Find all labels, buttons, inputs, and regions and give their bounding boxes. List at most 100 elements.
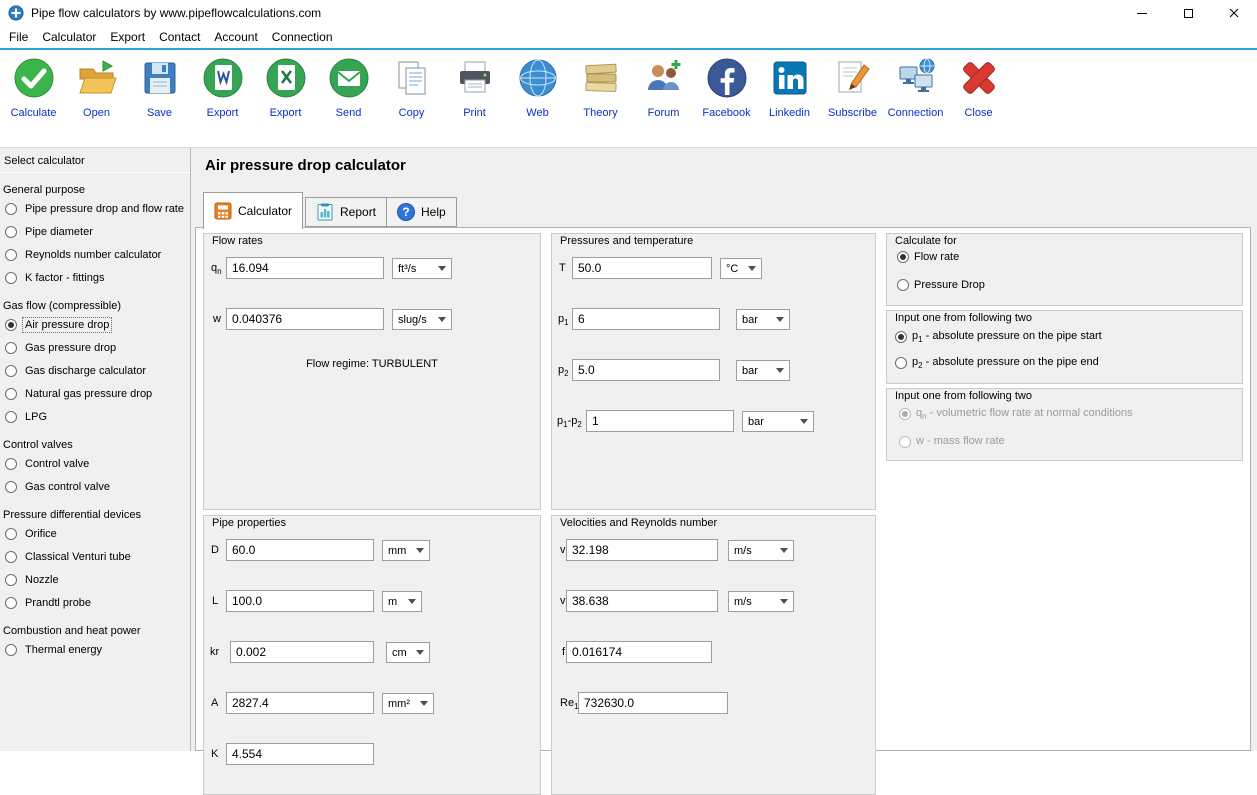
toolbar-copy[interactable]: Copy	[380, 54, 443, 147]
open-folder-icon	[74, 54, 120, 102]
radio-pressure-drop[interactable]: Pressure Drop	[897, 279, 985, 291]
sidebar-item-nozzle[interactable]: Nozzle	[0, 568, 190, 591]
radio-p2-input[interactable]: p2 - absolute pressure on the pipe end	[895, 356, 1099, 370]
toolbar-open[interactable]: Open	[65, 54, 128, 147]
sidebar-title: Select calculator	[0, 148, 190, 172]
minimize-button[interactable]	[1119, 0, 1165, 26]
group-label-gas-flow: Gas flow (compressible)	[0, 289, 190, 313]
kr-unit-select[interactable]: cm	[386, 642, 430, 663]
p2-unit-select[interactable]: bar	[736, 360, 790, 381]
tab-calculator[interactable]: Calculator	[203, 192, 303, 229]
f-input[interactable]	[566, 641, 712, 663]
w-input[interactable]	[226, 308, 384, 330]
D-input[interactable]	[226, 539, 374, 561]
groupbox-title: Pressures and temperature	[560, 235, 693, 247]
sidebar-item-prandtl-probe[interactable]: Prandtl probe	[0, 591, 190, 614]
radio-icon	[5, 388, 17, 400]
toolbar-close[interactable]: Close	[947, 54, 1010, 147]
tab-label: Calculator	[238, 204, 292, 218]
sidebar-item-orifice[interactable]: Orifice	[0, 522, 190, 545]
Re1-input[interactable]	[578, 692, 728, 714]
radio-flow-rate[interactable]: Flow rate	[897, 251, 959, 263]
sidebar-item-lpg[interactable]: LPG	[0, 405, 190, 428]
p1-unit-select[interactable]: bar	[736, 309, 790, 330]
v2-unit-select[interactable]: m/s	[728, 591, 794, 612]
export-word-icon	[200, 54, 246, 102]
D-label: D	[211, 544, 219, 556]
maximize-button[interactable]	[1165, 0, 1211, 26]
menu-export[interactable]: Export	[103, 27, 152, 47]
sidebar-item-k-factor[interactable]: K factor - fittings	[0, 266, 190, 289]
sidebar-item-air-pressure-drop[interactable]: Air pressure drop	[0, 313, 190, 336]
menu-calculator[interactable]: Calculator	[35, 27, 103, 47]
v2-input[interactable]	[566, 590, 718, 612]
close-window-button[interactable]	[1211, 0, 1257, 26]
L-unit-select[interactable]: m	[382, 591, 422, 612]
toolbar-forum[interactable]: Forum	[632, 54, 695, 147]
radio-icon	[895, 357, 907, 369]
radio-icon	[5, 411, 17, 423]
toolbar-connection[interactable]: Connection	[884, 54, 947, 147]
radio-p1-input[interactable]: p1 - absolute pressure on the pipe start	[895, 330, 1102, 344]
sidebar-item-classical-venturi[interactable]: Classical Venturi tube	[0, 545, 190, 568]
menu-file[interactable]: File	[2, 27, 35, 47]
v1-unit-select[interactable]: m/s	[728, 540, 794, 561]
qn-unit-select[interactable]: ft³/s	[392, 258, 452, 279]
toolbar-calculate[interactable]: Calculate	[2, 54, 65, 147]
report-tab-icon	[316, 203, 334, 221]
maximize-icon	[1184, 9, 1193, 18]
K-input[interactable]	[226, 743, 374, 765]
toolbar-web[interactable]: Web	[506, 54, 569, 147]
toolbar-save[interactable]: Save	[128, 54, 191, 147]
radio-qn-input: qn - volumetric flow rate at normal cond…	[899, 407, 1133, 421]
L-input[interactable]	[226, 590, 374, 612]
dropdown-arrow-icon	[416, 650, 424, 655]
v1-input[interactable]	[566, 539, 718, 561]
sidebar-item-natural-gas-pressure-drop[interactable]: Natural gas pressure drop	[0, 382, 190, 405]
toolbar-subscribe[interactable]: Subscribe	[821, 54, 884, 147]
T-input[interactable]	[572, 257, 712, 279]
toolbar-theory[interactable]: Theory	[569, 54, 632, 147]
toolbar-export-word[interactable]: Export	[191, 54, 254, 147]
facebook-icon	[704, 54, 750, 102]
sidebar-item-gas-pressure-drop[interactable]: Gas pressure drop	[0, 336, 190, 359]
sidebar-item-pipe-pressure-drop[interactable]: Pipe pressure drop and flow rate	[0, 197, 190, 220]
sidebar-item-gas-discharge[interactable]: Gas discharge calculator	[0, 359, 190, 382]
tab-report[interactable]: Report	[305, 197, 387, 227]
menu-account[interactable]: Account	[207, 27, 264, 47]
toolbar-facebook[interactable]: Facebook	[695, 54, 758, 147]
w-unit-select[interactable]: slug/s	[392, 309, 452, 330]
print-icon	[452, 54, 498, 102]
p1-input[interactable]	[572, 308, 720, 330]
sidebar-item-reynolds-number[interactable]: Reynolds number calculator	[0, 243, 190, 266]
A-input[interactable]	[226, 692, 374, 714]
tab-help[interactable]: ? Help	[386, 197, 457, 227]
sidebar-item-control-valve[interactable]: Control valve	[0, 452, 190, 475]
toolbar-print[interactable]: Print	[443, 54, 506, 147]
toolbar-send[interactable]: Send	[317, 54, 380, 147]
dropdown-arrow-icon	[776, 317, 784, 322]
groupbox-input-flow: Input one from following two qn - volume…	[886, 388, 1243, 461]
T-unit-select[interactable]: °C	[720, 258, 762, 279]
menu-contact[interactable]: Contact	[152, 27, 207, 47]
page-title: Air pressure drop calculator	[205, 157, 406, 174]
save-floppy-icon	[137, 54, 183, 102]
qn-label: qn	[211, 262, 222, 276]
radio-w-input: w - mass flow rate	[899, 435, 1005, 449]
window-title: Pipe flow calculators by www.pipeflowcal…	[31, 6, 321, 20]
sidebar-item-gas-control-valve[interactable]: Gas control valve	[0, 475, 190, 498]
p1-p2-input[interactable]	[586, 410, 734, 432]
D-unit-select[interactable]: mm	[382, 540, 430, 561]
A-unit-select[interactable]: mm²	[382, 693, 434, 714]
p1-p2-unit-select[interactable]: bar	[742, 411, 814, 432]
kr-input[interactable]	[230, 641, 374, 663]
toolbar-export-excel[interactable]: Export	[254, 54, 317, 147]
sidebar-item-thermal-energy[interactable]: Thermal energy	[0, 638, 190, 661]
kr-label: kr	[210, 646, 219, 658]
sidebar-item-pipe-diameter[interactable]: Pipe diameter	[0, 220, 190, 243]
qn-input[interactable]	[226, 257, 384, 279]
menu-connection[interactable]: Connection	[265, 27, 340, 47]
close-app-icon	[956, 54, 1002, 102]
p2-input[interactable]	[572, 359, 720, 381]
toolbar-linkedin[interactable]: Linkedin	[758, 54, 821, 147]
